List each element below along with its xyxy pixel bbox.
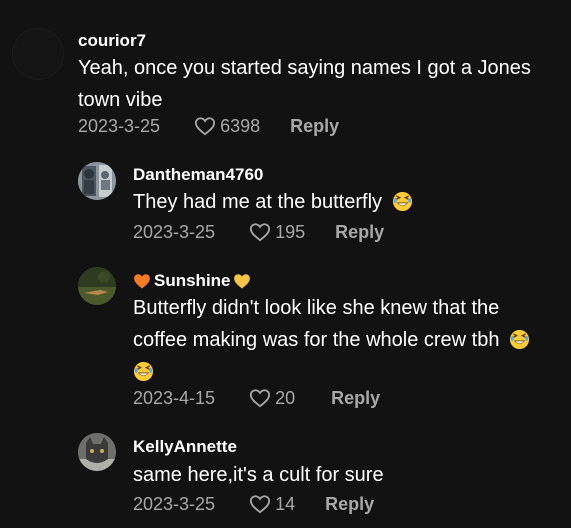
comment-username[interactable]: Sunshine: [133, 271, 251, 291]
comment-text: Yeah, once you started saying names I go…: [78, 52, 558, 116]
avatar-image: [78, 267, 116, 305]
comment-date: 2023-3-25: [133, 221, 216, 242]
laughing-emoji-icon: [510, 329, 530, 350]
comment-meta: 2023-4-15 20 Reply: [133, 386, 380, 410]
comment-text: same here,it's a cult for sure: [133, 459, 563, 491]
comment-text-line: Butterfly didn't look like she knew that…: [133, 297, 500, 319]
like-button[interactable]: 6398: [194, 116, 260, 137]
comment-date: 2023-3-25: [78, 115, 161, 136]
avatar-image: [78, 162, 116, 200]
like-count: 14: [275, 493, 296, 514]
like-count: 20: [275, 387, 296, 408]
like-button[interactable]: 195: [249, 222, 305, 243]
reply-button[interactable]: Reply: [290, 116, 339, 137]
comment-username[interactable]: Dantheman4760: [133, 165, 263, 185]
avatar[interactable]: [78, 267, 116, 305]
comment-username[interactable]: KellyAnnette: [133, 437, 237, 457]
laughing-emoji-icon: [392, 191, 412, 212]
heart-outline-icon: [250, 389, 271, 408]
reply-button[interactable]: Reply: [331, 388, 380, 409]
yellow-heart-icon: [233, 274, 250, 289]
comment-username-text: Sunshine: [154, 271, 231, 290]
comment-text-line: town vibe: [78, 89, 163, 111]
comment-meta: 2023-3-25 195 Reply: [133, 220, 384, 244]
comment-text-line: They had me at the butterfly: [133, 191, 383, 213]
comment-meta: 2023-3-25 6398 Reply: [78, 114, 339, 138]
comment-text: Butterfly didn't look like she knew that…: [133, 292, 563, 388]
comment-text-line: coffee making was for the whole crew tbh: [133, 329, 500, 351]
comment-text-line: same here,it's a cult for sure: [133, 464, 384, 486]
like-button[interactable]: 14: [249, 494, 295, 515]
like-button[interactable]: 20: [249, 388, 295, 409]
like-count: 6398: [220, 115, 261, 136]
heart-outline-icon: [250, 223, 271, 242]
comment-username[interactable]: courior7: [78, 31, 146, 51]
heart-outline-icon: [195, 117, 216, 136]
comment-date: 2023-3-25: [133, 493, 216, 514]
comment-text-line: Yeah, once you started saying names I go…: [78, 57, 531, 79]
comment-text: They had me at the butterfly: [133, 186, 563, 218]
like-count: 195: [275, 221, 306, 242]
comment-date: 2023-4-15: [133, 387, 216, 408]
avatar[interactable]: [78, 433, 116, 471]
orange-heart-icon: [134, 274, 150, 289]
comment-meta: 2023-3-25 14 Reply: [133, 492, 374, 516]
avatar[interactable]: [78, 162, 116, 200]
heart-outline-icon: [250, 495, 271, 514]
reply-button[interactable]: Reply: [325, 494, 374, 515]
reply-button[interactable]: Reply: [335, 222, 384, 243]
avatar[interactable]: [12, 28, 64, 80]
laughing-emoji-icon: [133, 361, 154, 382]
avatar-image: [78, 433, 116, 471]
